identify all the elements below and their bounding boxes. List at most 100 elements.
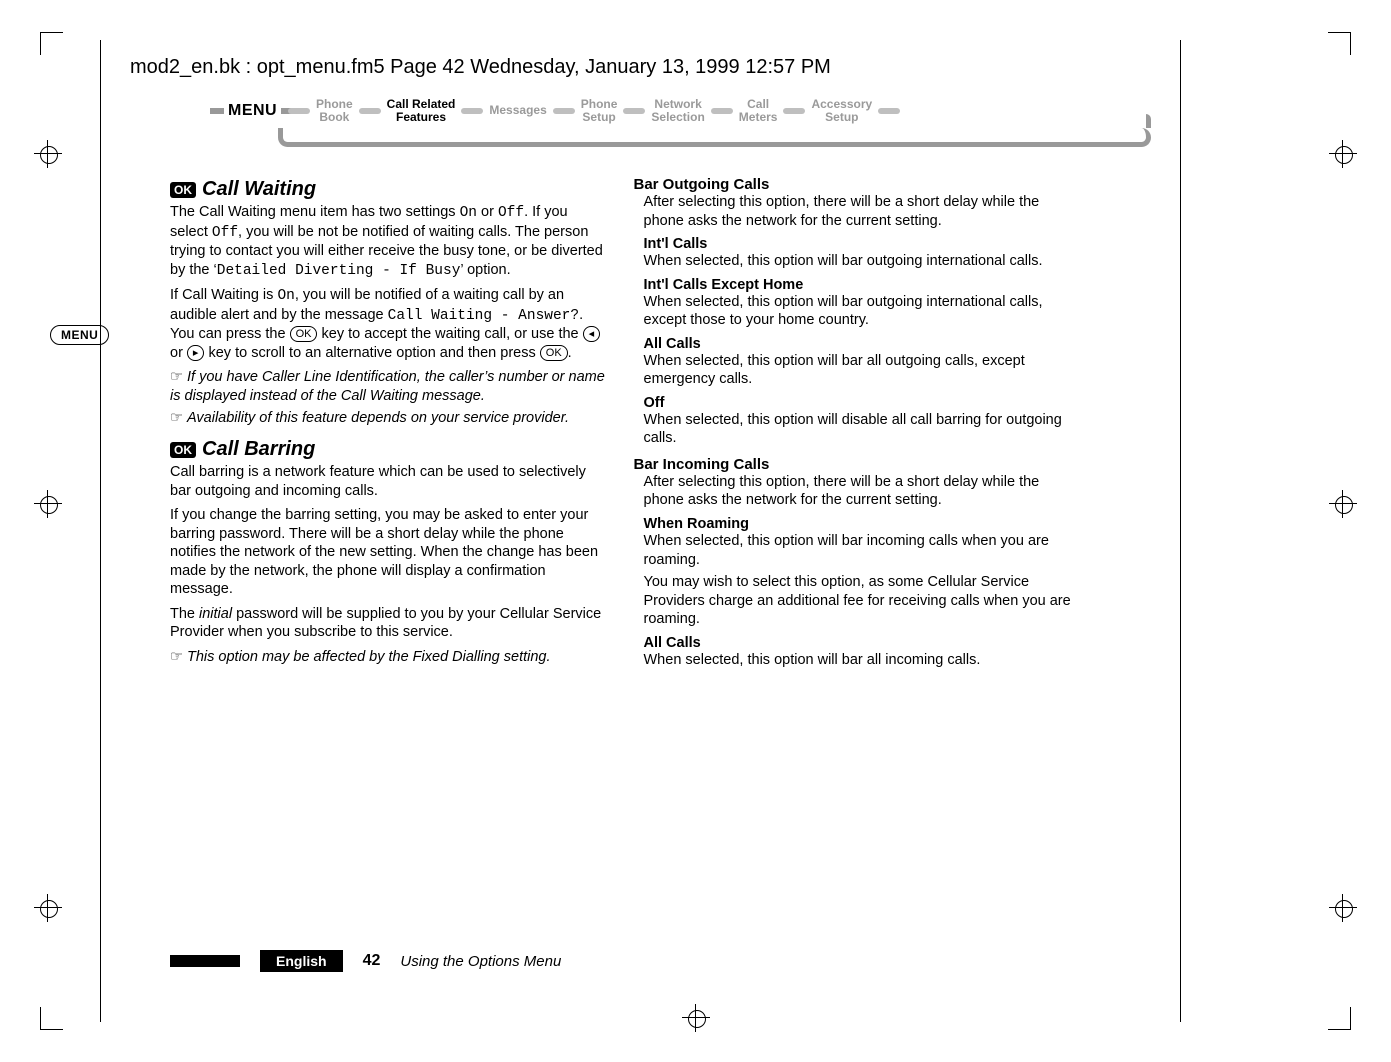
breadcrumb-item-l1: Accessory (811, 97, 872, 111)
registration-mark (682, 1004, 710, 1032)
breadcrumb-item-l1: Network (654, 97, 701, 111)
subsubheading-intl-except-home: Int'l Calls Except Home (644, 277, 1072, 293)
text: If Call Waiting is (170, 287, 277, 303)
registration-mark (1329, 894, 1357, 922)
crop-mark (1328, 32, 1351, 55)
trim-line (100, 40, 101, 1022)
text: or (477, 204, 498, 220)
breadcrumb-item-active: Call Related Features (387, 98, 456, 123)
breadcrumb-item-l1: Phone (316, 97, 353, 111)
text: key to scroll to an alternative option a… (204, 345, 539, 361)
paragraph: The Call Waiting menu item has two setti… (170, 203, 608, 280)
ui-string: On (460, 205, 477, 221)
subheading-bar-incoming: Bar Incoming Calls (634, 456, 1072, 473)
paragraph: When selected, this option will bar outg… (644, 252, 1072, 271)
breadcrumb-item: Accessory Setup (811, 98, 872, 123)
crop-mark (1328, 1007, 1351, 1030)
paragraph: After selecting this option, there will … (644, 193, 1072, 230)
subsubheading-when-roaming: When Roaming (644, 516, 1072, 532)
ok-key-icon: OK (540, 345, 568, 361)
paragraph: The initial password will be supplied to… (170, 605, 608, 642)
note: This option may be affected by the Fixed… (170, 648, 608, 667)
breadcrumb-item-l1: Phone (581, 97, 618, 111)
breadcrumb-item: Messages (489, 104, 546, 117)
registration-mark (34, 490, 62, 518)
subsubheading-intl: Int'l Calls (644, 236, 1072, 252)
paragraph: When selected, this option will bar all … (644, 651, 1072, 670)
registration-mark (1329, 140, 1357, 168)
right-column: Bar Outgoing Calls After selecting this … (634, 168, 1072, 673)
breadcrumb: MENU Phone Book Call Related Features Me… (210, 100, 1151, 152)
paragraph: If Call Waiting is On, you will be notif… (170, 286, 608, 362)
text: password will be supplied to you by your… (170, 606, 601, 641)
right-key-icon: ▸ (187, 345, 205, 361)
paragraph: If you change the barring setting, you m… (170, 506, 608, 599)
left-column: OK Call Waiting The Call Waiting menu it… (170, 168, 608, 673)
ui-string: Off (212, 225, 238, 241)
breadcrumb-sep (783, 108, 805, 114)
breadcrumb-item-l2: Meters (739, 111, 778, 124)
breadcrumb-sep (288, 108, 310, 114)
breadcrumb-sep (623, 108, 645, 114)
section-title: Call Barring (202, 438, 315, 461)
paragraph: When selected, this option will disable … (644, 411, 1072, 448)
menu-badge: MENU (50, 325, 109, 345)
note: If you have Caller Line Identification, … (170, 368, 608, 405)
breadcrumb-item-l2: Features (387, 111, 456, 124)
breadcrumb-sep (878, 108, 900, 114)
breadcrumb-item-l1: Call Related (387, 97, 456, 111)
breadcrumb-ribbon (278, 128, 1151, 147)
subsubheading-all-calls-out: All Calls (644, 336, 1072, 352)
breadcrumb-menu: MENU (210, 102, 295, 120)
ui-string: Off (498, 205, 524, 221)
trim-line (1180, 40, 1181, 1022)
breadcrumb-item-l1: Call (747, 97, 769, 111)
subheading-bar-outgoing: Bar Outgoing Calls (634, 176, 1072, 193)
ui-string: On (277, 288, 294, 304)
paragraph: You may wish to select this option, as s… (644, 573, 1072, 629)
registration-mark (1329, 490, 1357, 518)
left-key-icon: ◂ (583, 326, 601, 342)
ui-string: Detailed Diverting - If Busy (217, 263, 461, 279)
breadcrumb-items: Phone Book Call Related Features Message… (288, 98, 900, 123)
breadcrumb-sep (461, 108, 483, 114)
paragraph: When selected, this option will bar inco… (644, 532, 1072, 569)
subsubheading-off: Off (644, 395, 1072, 411)
text: The Call Waiting menu item has two setti… (170, 204, 460, 220)
ok-badge-icon: OK (170, 442, 196, 458)
text: ’ option. (460, 262, 510, 278)
page-header: mod2_en.bk : opt_menu.fm5 Page 42 Wednes… (130, 56, 1191, 79)
breadcrumb-sep (553, 108, 575, 114)
note: Availability of this feature depends on … (170, 409, 608, 428)
section-title: Call Waiting (202, 178, 316, 201)
breadcrumb-item-l2: Setup (581, 111, 618, 124)
footer-bar-icon (170, 955, 240, 967)
paragraph: Call barring is a network feature which … (170, 463, 608, 500)
footer-chapter: Using the Options Menu (400, 953, 561, 970)
subsubheading-all-calls-in: All Calls (644, 635, 1072, 651)
breadcrumb-item-l2: Selection (651, 111, 704, 124)
text: . (568, 345, 572, 361)
registration-mark (34, 140, 62, 168)
text-emphasis: initial (199, 606, 232, 622)
paragraph: When selected, this option will bar outg… (644, 293, 1072, 330)
breadcrumb-sep (359, 108, 381, 114)
text: or (170, 345, 187, 361)
section-call-waiting: OK Call Waiting (170, 178, 608, 201)
crop-mark (40, 1007, 63, 1030)
ok-key-icon: OK (290, 326, 318, 342)
paragraph: When selected, this option will bar all … (644, 352, 1072, 389)
ui-string: Call Waiting - Answer? (388, 308, 579, 324)
breadcrumb-item: Phone Book (316, 98, 353, 123)
page-footer: English 42 Using the Options Menu (170, 950, 561, 972)
footer-language: English (260, 950, 343, 972)
crop-mark (40, 32, 63, 55)
paragraph: After selecting this option, there will … (644, 473, 1072, 510)
ok-badge-icon: OK (170, 182, 196, 198)
breadcrumb-item-l1: Messages (489, 103, 546, 117)
registration-mark (34, 894, 62, 922)
breadcrumb-item: Call Meters (739, 98, 778, 123)
text: The (170, 606, 199, 622)
breadcrumb-item-l2: Book (316, 111, 353, 124)
section-call-barring: OK Call Barring (170, 438, 608, 461)
